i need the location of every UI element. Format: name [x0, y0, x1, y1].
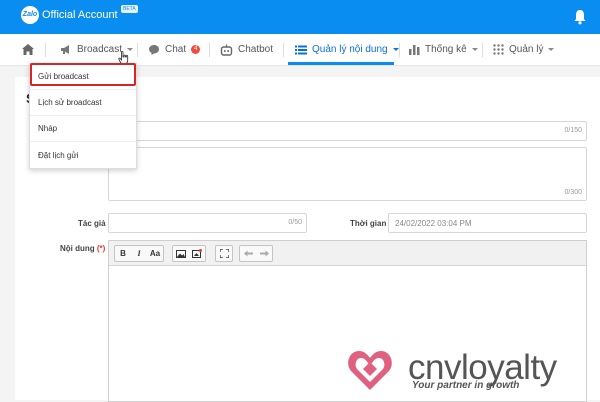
bar-chart-icon	[409, 45, 420, 55]
menu-item-schedule[interactable]: Đặt lịch gửi	[30, 142, 136, 168]
chevron-down-icon	[471, 48, 478, 51]
top-bar: Zalo Official Account BETA	[0, 0, 600, 34]
active-tab-indicator	[288, 62, 394, 65]
zalo-logo[interactable]: Zalo	[21, 6, 39, 24]
description-counter: 0/300	[564, 189, 582, 196]
home-nav[interactable]	[22, 34, 39, 65]
time-input[interactable]: 24/02/2022 03:04 PM	[388, 213, 587, 233]
undo-icon	[243, 250, 253, 257]
media-button[interactable]	[189, 246, 205, 261]
nav-statistics[interactable]: Thống kê	[409, 34, 478, 65]
bold-button[interactable]: B	[115, 246, 131, 261]
fullscreen-button[interactable]	[216, 246, 232, 261]
history-group	[239, 245, 273, 262]
home-icon	[22, 44, 34, 55]
italic-button[interactable]: I	[131, 246, 147, 261]
nav-chat[interactable]: Chat 4	[148, 34, 201, 65]
content-label: Nội dung (*)	[60, 244, 105, 253]
nav-statistics-label: Thống kê	[425, 44, 467, 55]
nav-chat-label: Chat	[165, 44, 187, 55]
author-label: Tác giả	[78, 219, 106, 228]
chat-unread-badge: 4	[191, 45, 201, 54]
font-size-button[interactable]: Aa	[147, 246, 163, 261]
nav-chatbot-label: Chatbot	[238, 44, 274, 55]
nav-content-management[interactable]: Quản lý nội dung	[295, 34, 399, 65]
author-counter: 0/50	[288, 219, 302, 226]
nav-chatbot[interactable]: Chatbot	[220, 34, 273, 65]
fullscreen-icon	[219, 249, 229, 258]
nav-manage[interactable]: Quản lý	[493, 34, 555, 65]
redo-icon	[259, 250, 269, 257]
author-input[interactable]: 0/50	[108, 213, 307, 233]
description-textarea[interactable]: 0/300	[108, 147, 587, 201]
redo-button[interactable]	[256, 246, 272, 261]
watermark-tagline: Your partner in growth	[412, 380, 520, 391]
menu-item-broadcast-history[interactable]: Lịch sử broadcast	[30, 90, 136, 116]
list-icon	[295, 45, 307, 54]
grid-icon	[493, 44, 504, 55]
nav-broadcast-label: Broadcast	[77, 44, 123, 55]
time-label: Thời gian	[350, 219, 387, 228]
nav-content-label: Quản lý nội dung	[312, 44, 388, 55]
chevron-down-icon	[392, 48, 399, 51]
media-icon	[192, 249, 202, 258]
view-group	[215, 245, 233, 262]
required-mark: (*)	[96, 244, 106, 253]
undo-button[interactable]	[240, 246, 256, 261]
bell-icon[interactable]	[573, 9, 587, 25]
format-group: B I Aa	[114, 245, 164, 262]
insert-group	[172, 245, 206, 262]
robot-icon	[220, 44, 233, 56]
brand-name: Official Account	[42, 9, 118, 21]
time-value: 24/02/2022 03:04 PM	[395, 219, 472, 228]
nav-manage-label: Quản lý	[509, 44, 544, 55]
megaphone-icon	[61, 45, 69, 54]
beta-badge: BETA	[121, 5, 138, 13]
title-counter: 0/150	[564, 127, 582, 134]
image-icon	[176, 249, 186, 258]
content-label-text: Nội dung	[60, 244, 95, 253]
title-input[interactable]: 0/150	[108, 121, 587, 141]
menu-item-drafts[interactable]: Nháp	[30, 116, 136, 142]
heart-logo-icon	[348, 351, 392, 390]
highlight-box	[30, 63, 136, 86]
chat-icon	[149, 45, 159, 55]
editor-toolbar: B I Aa	[109, 241, 586, 266]
image-button[interactable]	[173, 246, 189, 261]
main-nav: Broadcast Chat 4 Chatbot Quản lý nội dun…	[0, 34, 600, 66]
chevron-down-icon	[548, 48, 555, 51]
